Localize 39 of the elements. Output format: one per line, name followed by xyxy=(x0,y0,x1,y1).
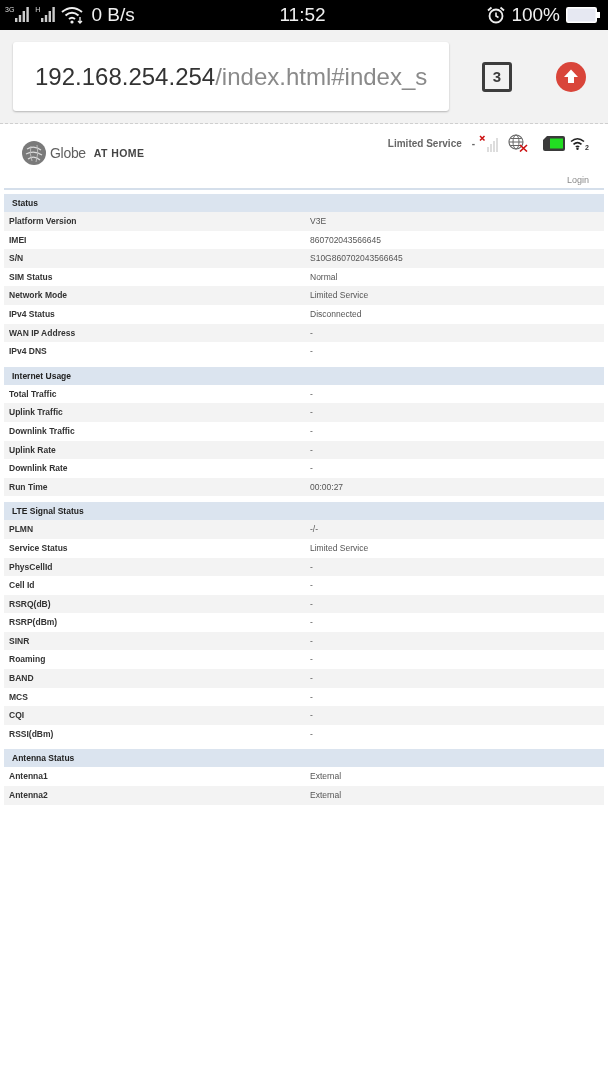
section-header: Status xyxy=(4,194,604,212)
label-cell: Platform Version xyxy=(4,212,306,231)
signal-bars-icon xyxy=(41,6,56,22)
section-header: Internet Usage xyxy=(4,366,604,385)
label-cell: Network Mode xyxy=(4,286,306,305)
battery-percent: 100% xyxy=(511,4,560,26)
separator-dash: - xyxy=(471,137,476,149)
wifi-icon xyxy=(570,136,586,150)
value-cell: - xyxy=(306,403,604,422)
signal-off-icon xyxy=(479,134,500,152)
sim-card-icon xyxy=(543,135,566,151)
value-cell: External xyxy=(306,786,604,805)
clock-time: 11:52 xyxy=(279,4,326,26)
battery-icon xyxy=(566,7,600,23)
signal-bars-icon xyxy=(15,6,30,22)
alarm-clock-icon xyxy=(487,6,506,24)
globe-error-icon xyxy=(508,134,529,152)
value-cell: - xyxy=(306,669,604,688)
value-cell: S10G860702043566645 xyxy=(306,249,604,268)
tab-count-button[interactable]: 3 xyxy=(482,61,512,92)
network-speed-text: 0 B/s xyxy=(91,4,135,26)
address-field[interactable]: 192.168.254.254/index.html#index_s xyxy=(13,42,449,111)
section-header: Antenna Status xyxy=(4,749,604,768)
label-cell: BAND xyxy=(4,669,306,688)
round-emblem-icon xyxy=(22,141,46,165)
login-link[interactable]: Login xyxy=(566,175,589,186)
value-cell: Limited Service xyxy=(306,286,604,305)
section-header: LTE Signal Status xyxy=(4,502,604,521)
value-cell: - xyxy=(306,706,604,725)
brand-tagline: AT HOME xyxy=(93,147,145,159)
label-cell: S/N xyxy=(4,249,306,268)
brand-name: Globe xyxy=(50,145,86,161)
value-cell: V3E xyxy=(306,212,604,231)
label-cell: CQI xyxy=(4,706,306,725)
label-cell: Antenna2 xyxy=(4,786,306,805)
value-cell: -/- xyxy=(306,520,604,539)
label-cell: Uplink Traffic xyxy=(4,403,306,422)
label-cell: PLMN xyxy=(4,520,306,539)
network-status-text: Limited Service xyxy=(387,137,462,149)
